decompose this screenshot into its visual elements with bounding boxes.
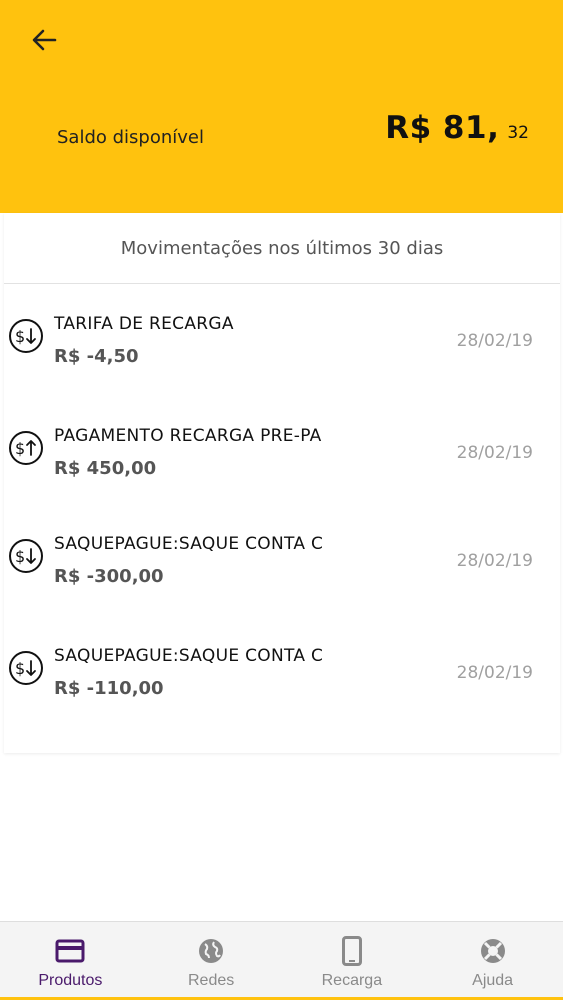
transaction-row[interactable]: $ TARIFA DE RECARGA R$ -4,50 28/02/19 bbox=[4, 300, 560, 390]
globe-icon bbox=[196, 936, 226, 966]
nav-item-ajuda[interactable]: Ajuda bbox=[422, 922, 563, 1000]
nav-item-produtos[interactable]: Produtos bbox=[0, 922, 141, 1000]
back-button[interactable] bbox=[26, 22, 62, 58]
balance-cents: 32 bbox=[507, 123, 529, 143]
balance-amount: R$ 81, bbox=[385, 110, 500, 146]
transaction-amount: R$ -110,00 bbox=[54, 678, 164, 699]
transaction-date: 28/02/19 bbox=[456, 663, 533, 683]
phone-icon bbox=[337, 936, 367, 966]
dollar-up-icon: $ bbox=[9, 431, 43, 465]
nav-label: Redes bbox=[188, 972, 235, 989]
transaction-row[interactable]: $ SAQUEPAGUE:SAQUE CONTA C R$ -300,00 28… bbox=[4, 520, 560, 610]
period-label: Movimentações nos últimos 30 dias bbox=[4, 213, 560, 284]
svg-text:$: $ bbox=[15, 547, 25, 566]
balance-value: R$ 81, 32 bbox=[385, 110, 529, 146]
transaction-amount: R$ 450,00 bbox=[54, 458, 157, 479]
transaction-title: PAGAMENTO RECARGA PRE-PA bbox=[54, 426, 322, 446]
nav-item-redes[interactable]: Redes bbox=[141, 922, 282, 1000]
transaction-amount: R$ -300,00 bbox=[54, 566, 164, 587]
card-icon bbox=[55, 936, 85, 966]
nav-label: Recarga bbox=[321, 972, 383, 989]
dollar-down-icon: $ bbox=[9, 539, 43, 573]
balance-header: Saldo disponível R$ 81, 32 bbox=[0, 0, 563, 213]
transaction-amount: R$ -4,50 bbox=[54, 346, 139, 367]
nav-label: Ajuda bbox=[472, 972, 514, 989]
transaction-title: TARIFA DE RECARGA bbox=[54, 314, 234, 334]
transaction-row[interactable]: $ SAQUEPAGUE:SAQUE CONTA C R$ -110,00 28… bbox=[4, 632, 560, 722]
svg-text:$: $ bbox=[15, 439, 25, 458]
nav-item-recarga[interactable]: Recarga bbox=[282, 922, 423, 1000]
transaction-title: SAQUEPAGUE:SAQUE CONTA C bbox=[54, 534, 324, 554]
svg-text:$: $ bbox=[15, 659, 25, 678]
dollar-down-icon: $ bbox=[9, 651, 43, 685]
arrow-left-icon bbox=[32, 29, 57, 51]
transaction-date: 28/02/19 bbox=[456, 331, 533, 351]
nav-label: Produtos bbox=[38, 972, 103, 989]
transaction-date: 28/02/19 bbox=[456, 551, 533, 571]
transaction-title: SAQUEPAGUE:SAQUE CONTA C bbox=[54, 646, 324, 666]
bottom-nav: Produtos Redes Recarga Ajuda bbox=[0, 921, 563, 1000]
svg-text:$: $ bbox=[15, 327, 25, 346]
transaction-date: 28/02/19 bbox=[456, 443, 533, 463]
transaction-row[interactable]: $ PAGAMENTO RECARGA PRE-PA R$ 450,00 28/… bbox=[4, 412, 560, 502]
transactions-card: Movimentações nos últimos 30 dias $ TARI… bbox=[4, 213, 560, 753]
dollar-down-icon: $ bbox=[9, 319, 43, 353]
lifebuoy-icon bbox=[478, 936, 508, 966]
balance-label: Saldo disponível bbox=[57, 127, 204, 148]
